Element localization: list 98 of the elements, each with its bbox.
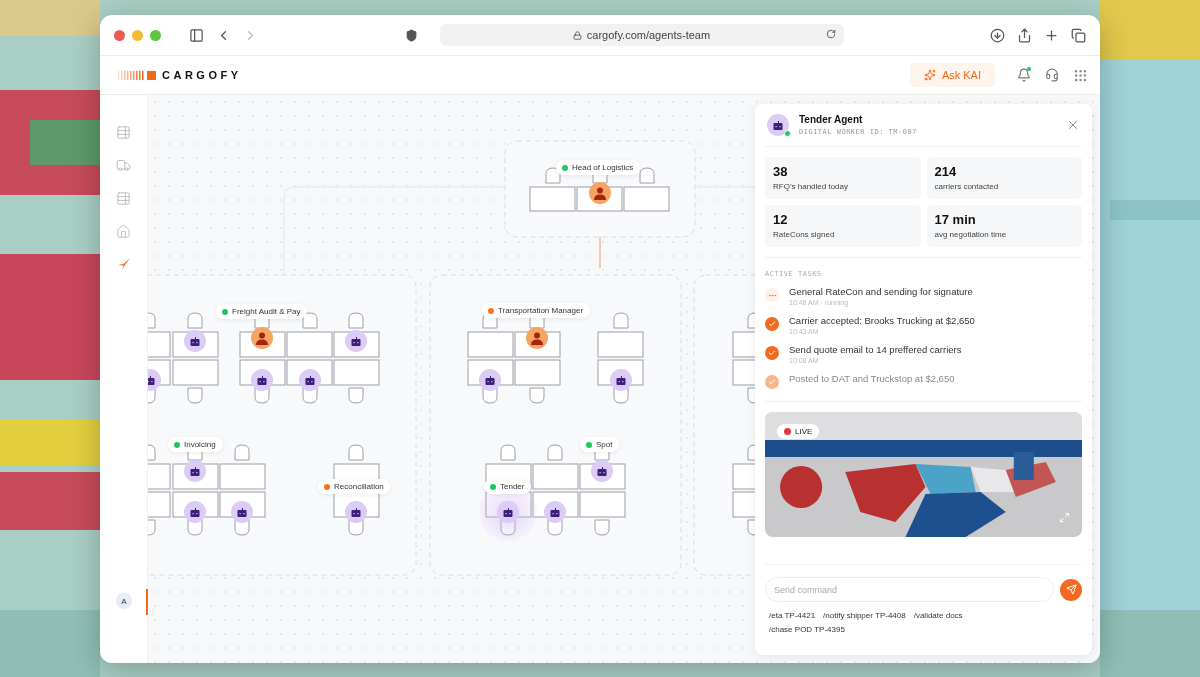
robot-icon [773, 120, 783, 130]
robot-icon [237, 507, 247, 517]
apps-grid-icon[interactable] [1073, 67, 1088, 83]
team-name: Transportation Manager [498, 306, 584, 315]
team-name: Reconciliation [334, 482, 384, 491]
user-avatar[interactable]: A [116, 593, 132, 609]
robot-icon [257, 375, 267, 385]
chair [148, 312, 156, 329]
chair [148, 519, 156, 536]
quick-command[interactable]: /chase POD TP-4395 [769, 625, 845, 634]
desk [286, 331, 333, 358]
quick-command[interactable]: /notify shipper TP-4408 [823, 611, 906, 620]
chair [529, 387, 545, 404]
send-icon [1065, 584, 1077, 595]
stat-label: RFQ’s handled today [773, 182, 849, 191]
chair [348, 387, 364, 404]
person-icon [529, 330, 545, 346]
logo-stripes-icon [118, 70, 156, 80]
live-dot [784, 428, 791, 435]
sidebar-toggle-icon[interactable] [189, 27, 204, 43]
team-label[interactable]: Tender [484, 479, 532, 494]
chair [545, 167, 561, 184]
chair [187, 312, 203, 329]
task-title: Send quote email to 14 preffered carriers [789, 344, 962, 355]
stat-value: 17 min [934, 212, 977, 227]
desk [623, 186, 670, 212]
team-name: Spot [596, 440, 613, 449]
send-button[interactable] [1060, 578, 1082, 601]
person-icon [592, 185, 608, 201]
url-text: cargofy.com/agents-team [586, 29, 711, 41]
chair [594, 519, 610, 536]
close-icon [1066, 118, 1080, 132]
robot-icon [305, 375, 315, 385]
truck-icon [116, 158, 131, 173]
robot-icon [550, 507, 560, 517]
stat-value: 12 [773, 212, 789, 227]
robot-icon [597, 466, 607, 476]
chair [500, 444, 516, 461]
task-title: Carrier accepted: Brooks Trucking at $2,650 [789, 315, 975, 326]
share-icon[interactable] [1017, 27, 1032, 43]
robot-icon [190, 466, 200, 476]
team-name: Tender [500, 482, 525, 491]
chair [234, 444, 250, 461]
team-name: Head of Logistics [572, 163, 634, 172]
tabs-overview-icon[interactable] [1071, 27, 1086, 43]
connector-line [599, 236, 601, 269]
stat-value: 214 [934, 164, 958, 179]
headset-icon[interactable] [1045, 68, 1059, 82]
home-icon [116, 224, 131, 239]
chair [187, 387, 203, 404]
download-icon[interactable] [990, 27, 1005, 43]
robot-icon [485, 375, 495, 385]
chair [302, 312, 318, 329]
quick-command[interactable]: /validate docs [913, 611, 963, 620]
new-tab-icon[interactable] [1044, 27, 1059, 43]
chair [148, 444, 156, 461]
table-icon [116, 191, 131, 206]
stat-label: RateCons signed [773, 230, 836, 239]
sparkles-icon [923, 69, 936, 81]
robot-icon [190, 507, 200, 517]
quick-command[interactable]: /eta TP-4421 [769, 611, 816, 620]
close-window-button[interactable] [114, 29, 125, 41]
agent-name: Tender Agent [799, 114, 864, 125]
robot-icon [351, 336, 361, 346]
notifications-icon[interactable] [1017, 68, 1031, 82]
task-title: Posted to DAT and Truckstop at $2,650 [789, 373, 955, 384]
robot-icon [190, 336, 200, 346]
team-name: Freight Audit & Pay [232, 307, 301, 316]
team-label[interactable]: Reconciliation [318, 479, 391, 494]
address-bar[interactable]: cargofy.com/agents-team [439, 24, 844, 46]
stat-label: carriers contacted [934, 182, 1000, 191]
desk [529, 186, 576, 212]
desk [219, 463, 266, 490]
desk [597, 331, 644, 358]
lock-icon [572, 30, 582, 40]
desk [532, 463, 579, 490]
robot-icon [616, 375, 626, 385]
reload-icon[interactable] [825, 29, 836, 39]
robot-icon [351, 507, 361, 517]
close-button[interactable] [1066, 118, 1080, 132]
table-icon [116, 125, 131, 140]
shield-icon[interactable] [404, 28, 418, 42]
team-name: Invoicing [184, 440, 216, 449]
chair [348, 444, 364, 461]
robot-icon [503, 507, 513, 517]
chair [547, 444, 563, 461]
stat-value: 38 [773, 164, 789, 179]
logo-text: CARGOFY [162, 69, 242, 81]
live-text: LIVE [795, 427, 813, 436]
chair [639, 167, 655, 184]
task-title: General RateCon and sending for signature [789, 286, 973, 297]
stat-label: avg negotiation time [934, 230, 1008, 239]
chair [348, 312, 364, 329]
chair [613, 312, 629, 329]
person-icon [254, 330, 270, 346]
desk [467, 331, 514, 358]
command-input[interactable]: Send command [765, 577, 1054, 602]
robot-icon [148, 375, 155, 385]
